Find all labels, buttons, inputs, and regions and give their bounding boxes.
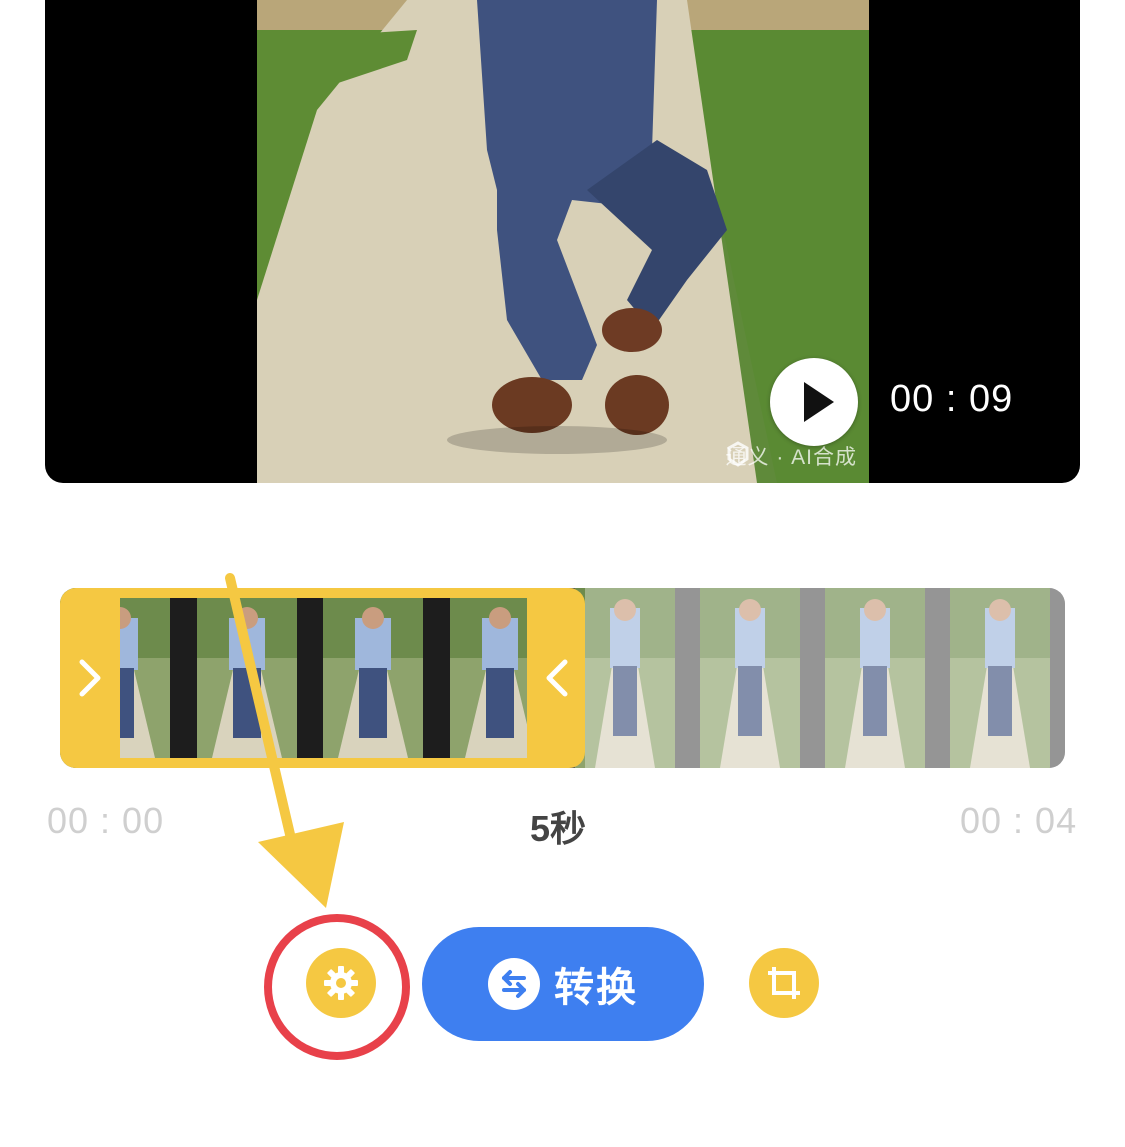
swap-arrows-icon xyxy=(488,958,540,1010)
selected-frames xyxy=(120,598,527,758)
selected-duration: 5秒 xyxy=(530,808,587,849)
timeline-start-time: 00 : 00 xyxy=(47,800,165,841)
convert-label: 转换 xyxy=(554,966,638,1010)
crop-icon xyxy=(768,967,800,999)
current-time: 00 : 09 xyxy=(890,378,1014,420)
chevron-right-icon xyxy=(79,659,101,697)
settings-button[interactable] xyxy=(306,948,376,1018)
tongyi-logo-icon xyxy=(727,441,749,467)
play-button[interactable] xyxy=(770,358,858,446)
unselected-overlay xyxy=(585,588,1065,768)
crop-button[interactable] xyxy=(749,948,819,1018)
gear-icon xyxy=(324,966,358,1000)
trim-handle-end[interactable] xyxy=(527,588,587,768)
timeline-thumbnail xyxy=(450,598,527,758)
play-icon xyxy=(804,382,834,422)
trim-handle-start[interactable] xyxy=(60,588,120,768)
video-player[interactable]: 通义 · AI合成 00 : 09 xyxy=(45,0,1080,483)
timeline-thumbnail xyxy=(120,598,170,758)
chevron-left-icon xyxy=(546,659,568,697)
convert-button[interactable]: 转换 xyxy=(422,927,704,1041)
timeline-thumbnail xyxy=(197,598,297,758)
selected-range[interactable] xyxy=(60,588,585,768)
timeline-thumbnail xyxy=(323,598,423,758)
timeline-end-time: 00 : 04 xyxy=(960,800,1078,841)
